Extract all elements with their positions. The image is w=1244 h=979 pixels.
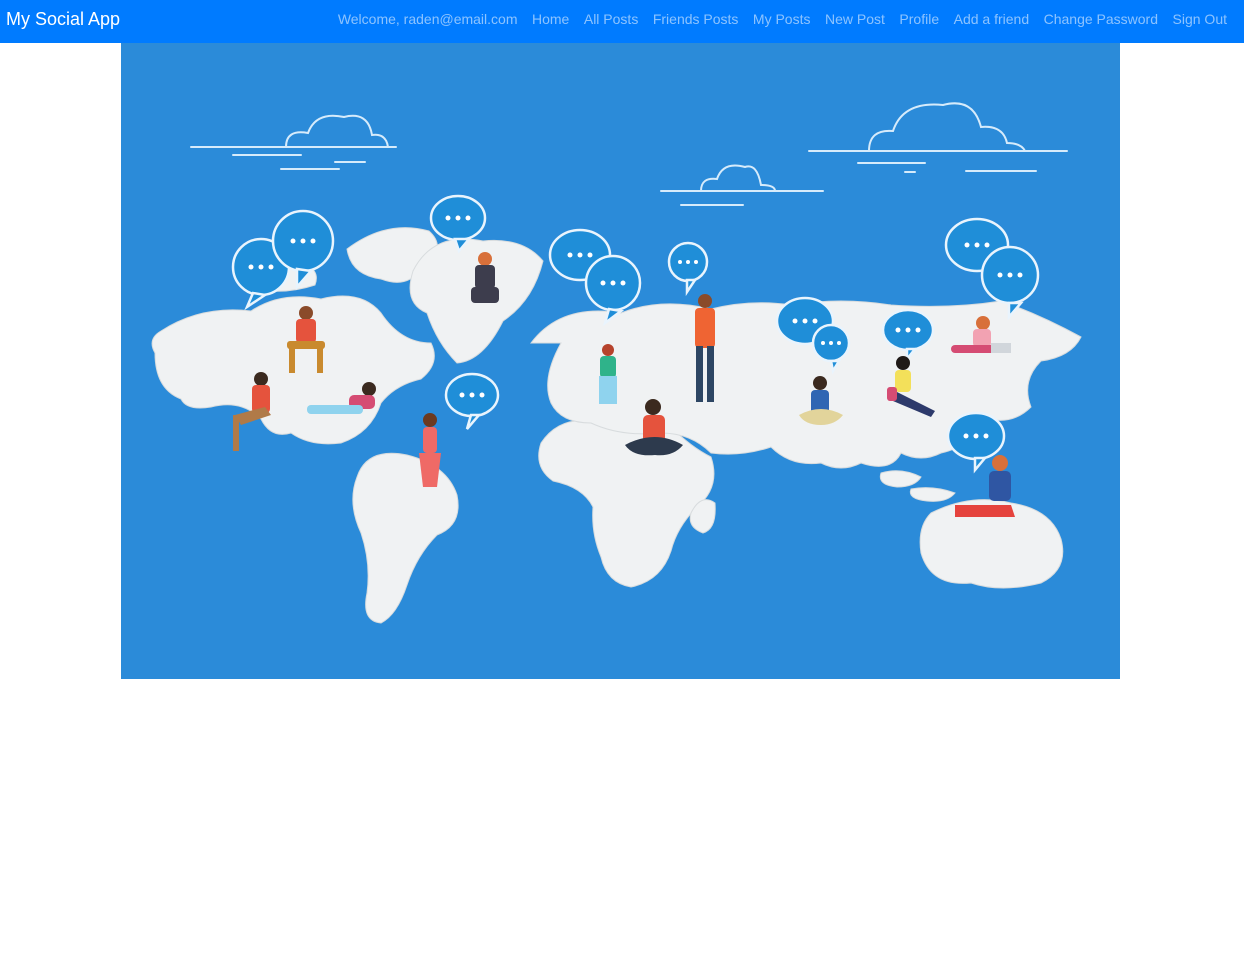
nav-change-password-link[interactable]: Change Password (1044, 11, 1158, 27)
top-navbar: My Social App Welcome, raden@email.com H… (0, 0, 1244, 43)
nav-links: Welcome, raden@email.com Home All Posts … (338, 0, 1227, 38)
nav-home-link[interactable]: Home (532, 11, 569, 27)
nav-my-posts-link[interactable]: My Posts (753, 11, 811, 27)
nav-all-posts-link[interactable]: All Posts (584, 11, 638, 27)
brand-link[interactable]: My Social App (6, 0, 120, 38)
nav-profile-link[interactable]: Profile (899, 11, 939, 27)
nav-sign-out-link[interactable]: Sign Out (1173, 11, 1227, 27)
welcome-text: Welcome, raden@email.com (337, 11, 518, 27)
world-map-illustration (121, 43, 1120, 679)
nav-add-friend-link[interactable]: Add a friend (954, 11, 1030, 27)
nav-friends-posts-link[interactable]: Friends Posts (653, 11, 739, 27)
hero-banner-image (121, 43, 1120, 679)
nav-new-post-link[interactable]: New Post (825, 11, 885, 27)
